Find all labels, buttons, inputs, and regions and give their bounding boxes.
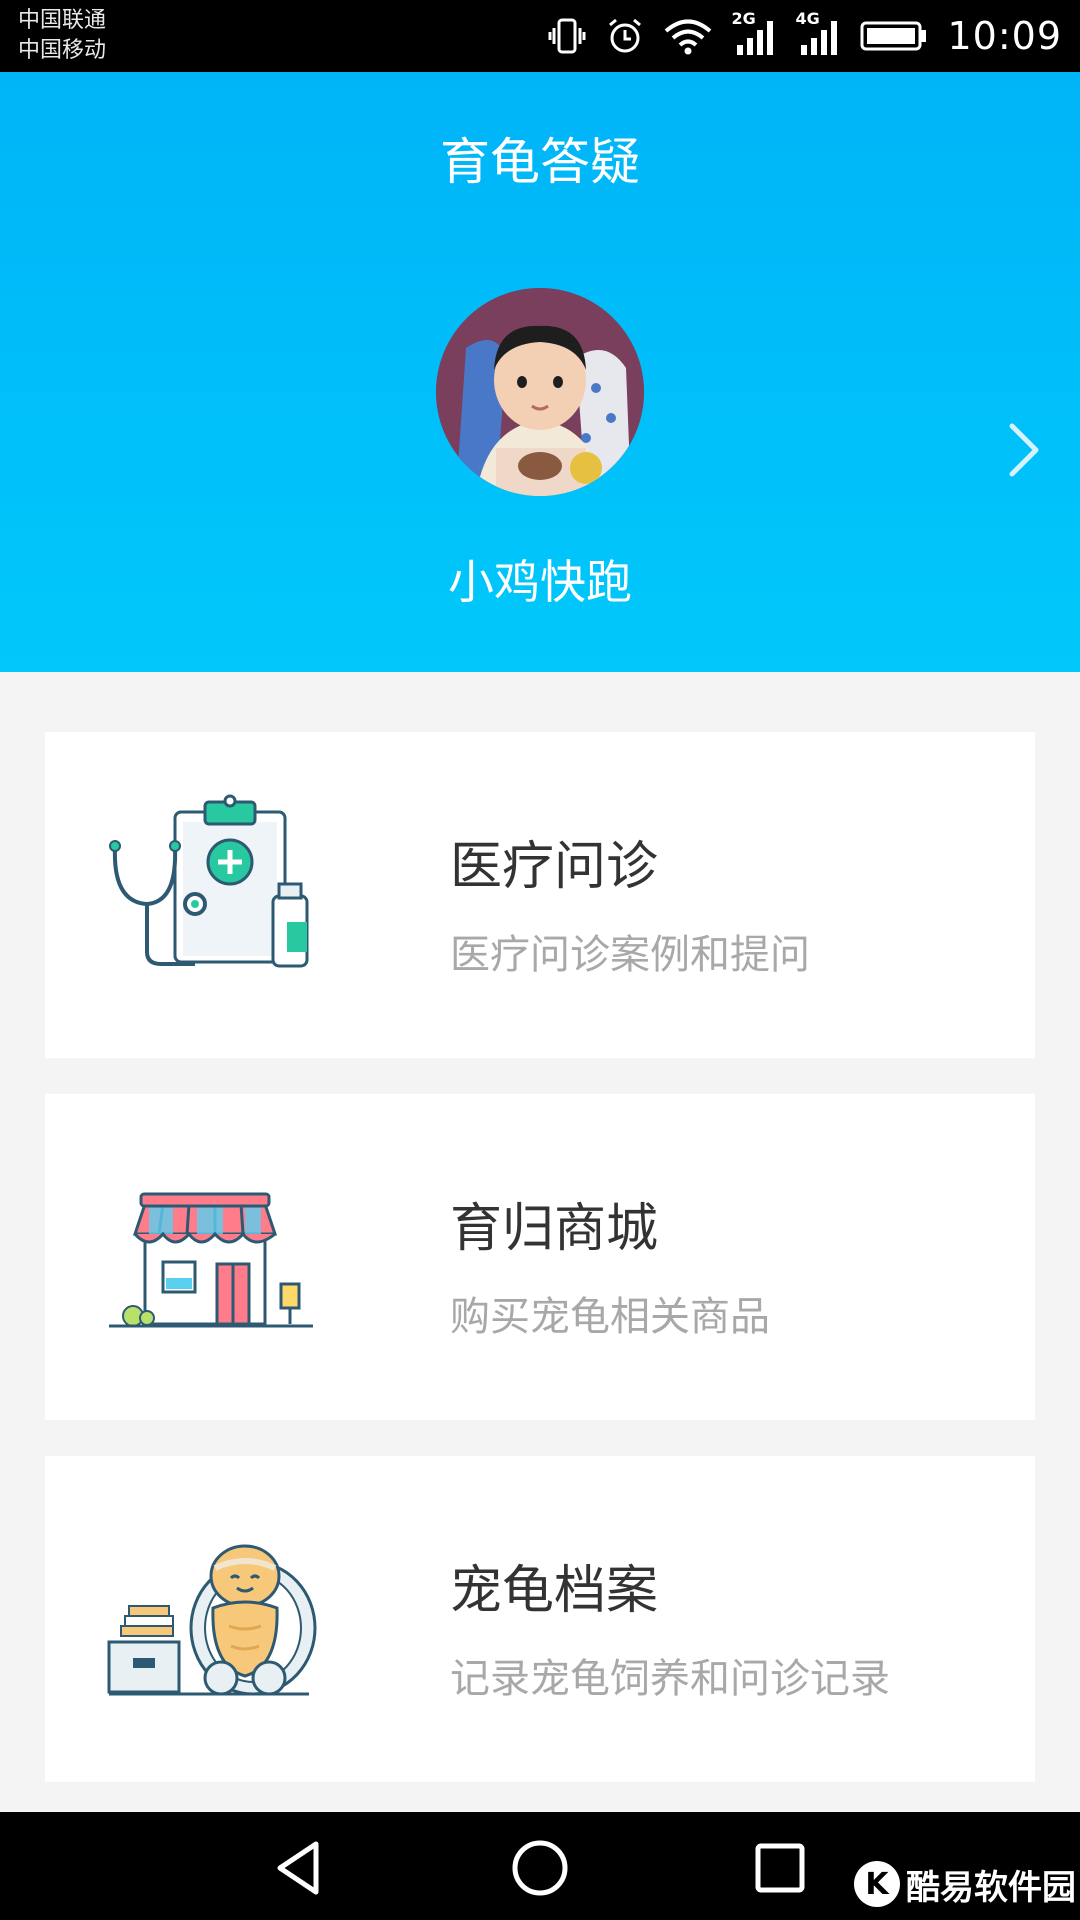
watermark-text: 酷易软件园	[906, 1867, 1076, 1908]
clock: 10:09	[947, 14, 1062, 58]
card-title: 育归商城	[450, 1199, 659, 1259]
status-icons: 2G 4G 10:09	[547, 0, 1062, 72]
card-subtitle: 医疗问诊案例和提问	[450, 932, 810, 978]
card-title: 宠龟档案	[450, 1561, 659, 1621]
carrier-1: 中国联通	[18, 8, 107, 33]
card-shop[interactable]: 育归商城 购买宠龟相关商品	[45, 1094, 1035, 1420]
card-subtitle: 记录宠龟饲养和问诊记录	[450, 1656, 890, 1702]
chevron-right-icon[interactable]	[1004, 420, 1044, 480]
system-nav-bar: K 酷易软件园	[0, 1812, 1080, 1920]
alarm-icon	[609, 18, 642, 53]
medical-clipboard-icon	[109, 794, 309, 968]
signal-4g: 4G	[795, 9, 841, 59]
battery-icon	[860, 21, 927, 51]
profile-header: 育龟答疑 小鸡快跑	[0, 72, 1080, 672]
carrier-info: 中国联通 中国移动	[18, 6, 106, 66]
card-subtitle: 购买宠龟相关商品	[450, 1294, 770, 1340]
status-bar: 中国联通 中国移动 2G 4G 10:09	[0, 0, 1080, 72]
username: 小鸡快跑	[448, 555, 632, 609]
card-medical-consult[interactable]: 医疗问诊 医疗问诊案例和提问	[45, 732, 1035, 1058]
avatar[interactable]	[436, 288, 644, 496]
net-4g-label: 4G	[795, 9, 820, 28]
card-title: 医疗问诊	[450, 837, 659, 897]
avatar-image	[436, 288, 644, 496]
recent-apps-icon[interactable]	[750, 1838, 810, 1898]
home-icon[interactable]	[510, 1838, 570, 1898]
signal-2g: 2G	[731, 9, 777, 59]
back-icon[interactable]	[270, 1838, 330, 1898]
carrier-2: 中国移动	[18, 38, 107, 63]
watermark-logo: K	[854, 1861, 900, 1907]
watermark: K 酷易软件园	[854, 1854, 1076, 1914]
wifi-icon	[665, 19, 712, 55]
shop-icon	[109, 1192, 313, 1328]
vibrate-icon	[548, 18, 586, 54]
turtle-archive-icon	[107, 1544, 317, 1696]
card-turtle-archive[interactable]: 宠龟档案 记录宠龟饲养和问诊记录	[45, 1456, 1035, 1782]
net-2g-label: 2G	[731, 9, 756, 28]
page-title: 育龟答疑	[440, 133, 640, 191]
